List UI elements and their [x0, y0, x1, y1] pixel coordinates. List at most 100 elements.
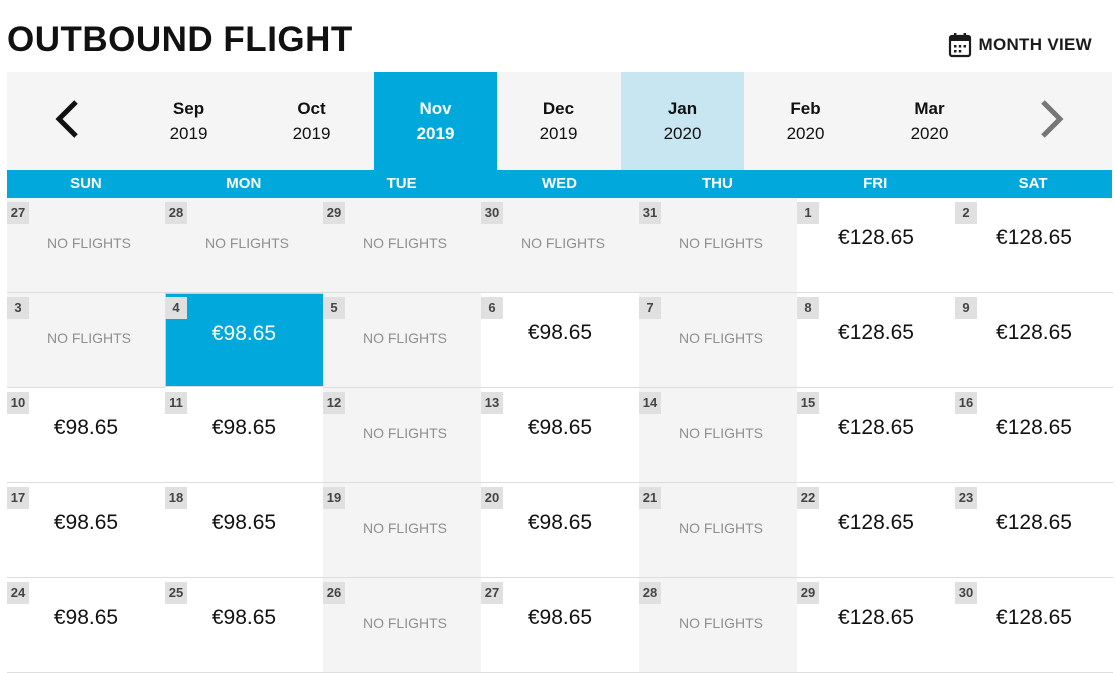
- month-tab[interactable]: Jan 2020: [621, 72, 744, 170]
- day-cell[interactable]: 9 €128.65: [955, 293, 1113, 388]
- fare-price: €98.65: [527, 416, 593, 439]
- weekday-label: SAT: [1018, 175, 1048, 192]
- day-cell[interactable]: 4 €98.65: [165, 293, 323, 387]
- weekday-label: MON: [226, 175, 262, 192]
- day-number: 23: [955, 487, 977, 509]
- calendar-icon: [948, 32, 972, 58]
- day-number: 28: [639, 582, 661, 604]
- prev-month-button[interactable]: [7, 72, 127, 170]
- day-number: 30: [955, 582, 977, 604]
- month-year: 2020: [910, 124, 949, 143]
- month-tab[interactable]: Oct 2019: [250, 72, 373, 170]
- day-number: 13: [481, 392, 503, 414]
- no-flights-label: NO FLIGHTS: [678, 425, 763, 441]
- month-tab[interactable]: Dec 2019: [497, 72, 620, 170]
- day-cell[interactable]: 13 €98.65: [481, 388, 639, 483]
- day-number: 1: [797, 202, 819, 224]
- calendar-week-row: 10 €98.65 11 €98.65 12 NO FLIGHTS 13 €98.65 14 NO…: [7, 388, 1113, 483]
- day-cell: 30 NO FLIGHTS: [481, 198, 639, 293]
- day-cell[interactable]: 25 €98.65: [165, 578, 323, 673]
- calendar-week-row: 27 NO FLIGHTS 28 NO FLIGHTS 29 NO FLIGHTS 30 NO…: [7, 198, 1113, 293]
- month-tab[interactable]: Feb 2020: [744, 72, 867, 170]
- month-year: 2019: [292, 124, 331, 143]
- month-tab[interactable]: Mar 2020: [868, 72, 991, 170]
- day-cell[interactable]: 11 €98.65: [165, 388, 323, 483]
- day-number: 22: [797, 487, 819, 509]
- day-number: 5: [323, 297, 345, 319]
- day-cell[interactable]: 10 €98.65: [7, 388, 165, 483]
- no-flights-label: NO FLIGHTS: [520, 235, 605, 251]
- fare-price: €98.65: [53, 606, 119, 629]
- day-cell[interactable]: 30 €128.65: [955, 578, 1113, 673]
- day-number: 14: [639, 392, 661, 414]
- day-cell[interactable]: 2 €128.65: [955, 198, 1113, 293]
- no-flights-label: NO FLIGHTS: [46, 235, 131, 251]
- no-flights-label: NO FLIGHTS: [362, 520, 447, 536]
- month-view-button[interactable]: MONTH VIEW: [948, 32, 1093, 58]
- month-year: 2019: [416, 124, 455, 143]
- calendar-week-row: 3 NO FLIGHTS 4 €98.65 5 NO FLIGHTS 6 €98.65 7 NO …: [7, 293, 1113, 388]
- day-number: 27: [7, 202, 29, 224]
- fare-price: €128.65: [838, 511, 914, 534]
- chevron-right-icon: [1037, 99, 1067, 144]
- day-cell[interactable]: 16 €128.65: [955, 388, 1113, 483]
- day-number: 20: [481, 487, 503, 509]
- day-number: 16: [955, 392, 977, 414]
- day-cell[interactable]: 22 €128.65: [797, 483, 955, 578]
- fare-price: €128.65: [838, 321, 914, 344]
- chevron-left-icon: [52, 99, 82, 144]
- month-year: 2020: [663, 124, 702, 143]
- month-tab[interactable]: Nov 2019: [374, 72, 497, 170]
- no-flights-label: NO FLIGHTS: [678, 235, 763, 251]
- day-cell[interactable]: 29 €128.65: [797, 578, 955, 673]
- fare-price: €128.65: [996, 511, 1072, 534]
- day-cell[interactable]: 15 €128.65: [797, 388, 955, 483]
- day-number: 10: [7, 392, 29, 414]
- day-cell[interactable]: 27 €98.65: [481, 578, 639, 673]
- fare-price: €98.65: [527, 321, 593, 344]
- fare-price: €98.65: [527, 606, 593, 629]
- day-cell[interactable]: 6 €98.65: [481, 293, 639, 388]
- fare-price: €128.65: [996, 416, 1072, 439]
- fare-price: €98.65: [211, 416, 277, 439]
- month-name: Oct: [297, 99, 326, 118]
- day-number: 7: [639, 297, 661, 319]
- month-name: Sep: [172, 99, 205, 118]
- day-number: 12: [323, 392, 345, 414]
- next-month-button[interactable]: [992, 72, 1112, 170]
- day-cell[interactable]: 17 €98.65: [7, 483, 165, 578]
- day-number: 9: [955, 297, 977, 319]
- fare-price: €128.65: [996, 606, 1072, 629]
- day-cell: 29 NO FLIGHTS: [323, 198, 481, 293]
- day-cell: 7 NO FLIGHTS: [639, 293, 797, 388]
- no-flights-label: NO FLIGHTS: [678, 520, 763, 536]
- no-flights-label: NO FLIGHTS: [362, 235, 447, 251]
- day-cell[interactable]: 1 €128.65: [797, 198, 955, 293]
- fare-price: €98.65: [53, 416, 119, 439]
- fare-price: €98.65: [211, 606, 277, 629]
- month-tab[interactable]: Sep 2019: [127, 72, 250, 170]
- day-cell: 28 NO FLIGHTS: [165, 198, 323, 293]
- day-number: 31: [639, 202, 661, 224]
- day-cell: 3 NO FLIGHTS: [7, 293, 165, 388]
- day-number: 28: [165, 202, 187, 224]
- weekday-label: FRI: [863, 175, 888, 192]
- day-cell[interactable]: 18 €98.65: [165, 483, 323, 578]
- fare-price: €98.65: [211, 322, 277, 345]
- day-cell[interactable]: 20 €98.65: [481, 483, 639, 578]
- fare-price: €128.65: [838, 416, 914, 439]
- month-name: Jan: [667, 99, 698, 118]
- day-cell[interactable]: 23 €128.65: [955, 483, 1113, 578]
- day-cell[interactable]: 8 €128.65: [797, 293, 955, 388]
- day-number: 21: [639, 487, 661, 509]
- no-flights-label: NO FLIGHTS: [362, 615, 447, 631]
- day-cell[interactable]: 24 €98.65: [7, 578, 165, 673]
- no-flights-label: NO FLIGHTS: [362, 330, 447, 346]
- month-view-label: MONTH VIEW: [978, 35, 1092, 54]
- no-flights-label: NO FLIGHTS: [362, 425, 447, 441]
- day-number: 29: [323, 202, 345, 224]
- weekday-label: SUN: [70, 175, 102, 192]
- day-cell: 14 NO FLIGHTS: [639, 388, 797, 483]
- day-cell: 26 NO FLIGHTS: [323, 578, 481, 673]
- day-number: 15: [797, 392, 819, 414]
